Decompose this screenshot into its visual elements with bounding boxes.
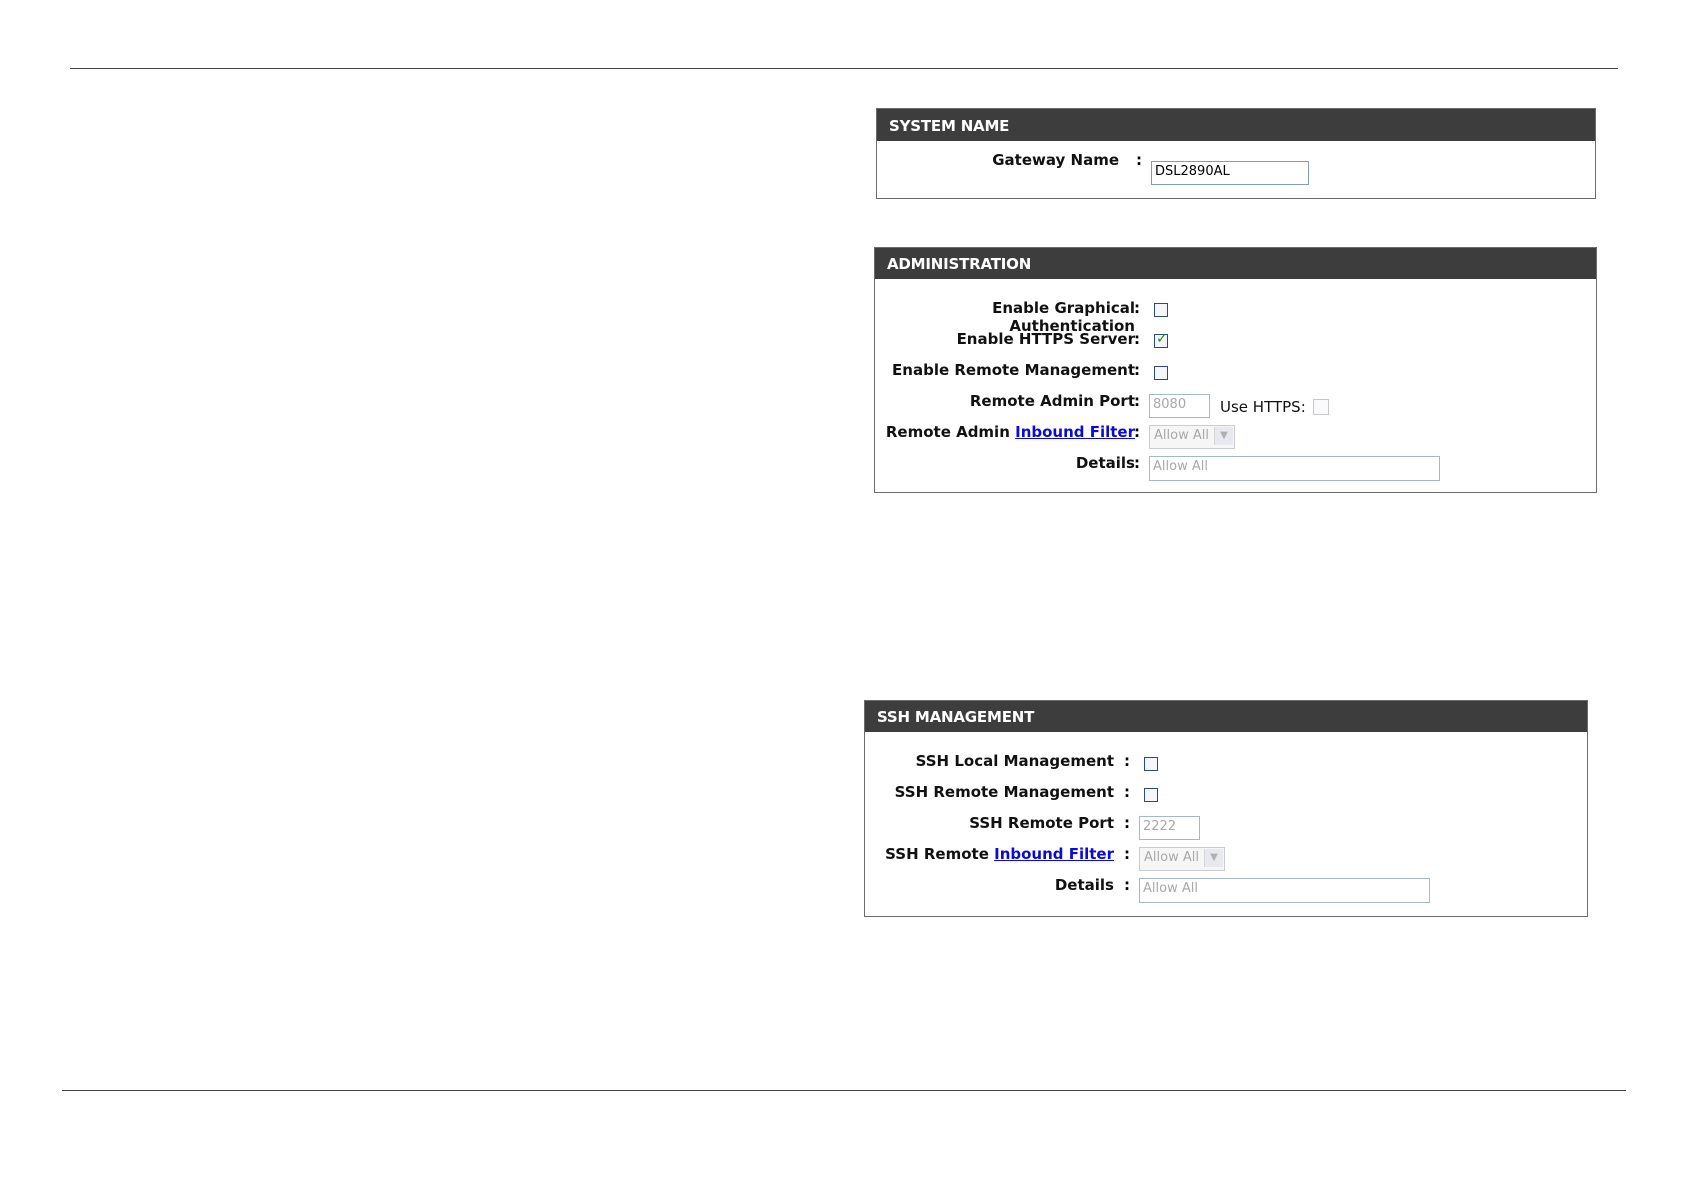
- ssh-details-colon: :: [1124, 876, 1130, 894]
- use-https-checkbox[interactable]: [1313, 399, 1329, 415]
- ssh-management-panel: SSH MANAGEMENT SSH Local Management : SS…: [864, 700, 1588, 917]
- system-name-panel: SYSTEM NAME Gateway Name : DSL2890AL: [876, 108, 1596, 199]
- ssh-remote-mgmt-label: SSH Remote Management: [894, 783, 1114, 801]
- remote-port-input[interactable]: 8080: [1149, 394, 1210, 418]
- ssh-remote-port-input[interactable]: 2222: [1139, 816, 1200, 840]
- ssh-remote-port-colon: :: [1124, 814, 1130, 832]
- use-https-label: Use HTTPS:: [1220, 398, 1306, 416]
- ssh-remote-port-label: SSH Remote Port: [969, 814, 1114, 832]
- top-divider: [70, 68, 1618, 69]
- inbound-filter-link[interactable]: Inbound Filter: [1015, 423, 1135, 441]
- ssh-local-mgmt-checkbox[interactable]: [1144, 757, 1158, 771]
- ssh-inbound-filter-selected: Allow All: [1144, 850, 1199, 865]
- administration-header: ADMINISTRATION: [875, 248, 1596, 279]
- ssh-remote-mgmt-checkbox[interactable]: [1144, 788, 1158, 802]
- bottom-divider: [62, 1090, 1626, 1091]
- https-server-colon: :: [1134, 330, 1140, 348]
- details-label: Details: [1075, 454, 1135, 472]
- graphical-auth-colon: :: [1134, 299, 1140, 317]
- details-field[interactable]: Allow All: [1149, 456, 1440, 481]
- graphical-auth-checkbox[interactable]: [1154, 303, 1168, 317]
- administration-panel: ADMINISTRATION Enable Graphical Authenti…: [874, 247, 1597, 493]
- inbound-filter-colon: :: [1134, 423, 1140, 441]
- remote-port-label: Remote Admin Port: [969, 392, 1135, 410]
- graphical-auth-label-line1: Enable Graphical: [992, 299, 1135, 317]
- ssh-local-mgmt-label: SSH Local Management: [915, 752, 1114, 770]
- ssh-inbound-filter-link[interactable]: Inbound Filter: [994, 845, 1114, 863]
- ssh-details-label: Details: [1054, 876, 1114, 894]
- ssh-inbound-filter-colon: :: [1124, 845, 1130, 863]
- chevron-down-icon: ▼: [1204, 849, 1223, 867]
- check-mark-icon: ✓: [1156, 331, 1168, 347]
- inbound-filter-label: Remote Admin Inbound Filter: [886, 423, 1135, 441]
- ssh-inbound-filter-prefix: SSH Remote: [885, 845, 995, 863]
- inbound-filter-select[interactable]: Allow All ▼: [1149, 425, 1235, 449]
- inbound-filter-selected: Allow All: [1154, 428, 1209, 443]
- ssh-management-header: SSH MANAGEMENT: [865, 701, 1587, 732]
- ssh-inbound-filter-select[interactable]: Allow All ▼: [1139, 847, 1225, 871]
- ssh-local-mgmt-colon: :: [1124, 752, 1130, 770]
- ssh-details-field[interactable]: Allow All: [1139, 878, 1430, 903]
- gateway-name-label: Gateway Name: [992, 151, 1119, 169]
- remote-mgmt-colon: :: [1134, 361, 1140, 379]
- system-name-header: SYSTEM NAME: [877, 109, 1595, 141]
- remote-mgmt-label: Enable Remote Management: [892, 361, 1135, 379]
- ssh-inbound-filter-label: SSH Remote Inbound Filter: [885, 845, 1114, 863]
- details-colon: :: [1134, 454, 1140, 472]
- remote-port-colon: :: [1134, 392, 1140, 410]
- gateway-name-colon: :: [1136, 151, 1142, 169]
- gateway-name-input[interactable]: DSL2890AL: [1151, 161, 1309, 185]
- https-server-checkbox[interactable]: ✓: [1154, 331, 1168, 348]
- ssh-remote-mgmt-colon: :: [1124, 783, 1130, 801]
- remote-mgmt-checkbox[interactable]: [1154, 366, 1168, 380]
- chevron-down-icon: ▼: [1214, 427, 1233, 445]
- inbound-filter-prefix: Remote Admin: [885, 423, 1016, 441]
- https-server-label: Enable HTTPS Server: [956, 330, 1135, 348]
